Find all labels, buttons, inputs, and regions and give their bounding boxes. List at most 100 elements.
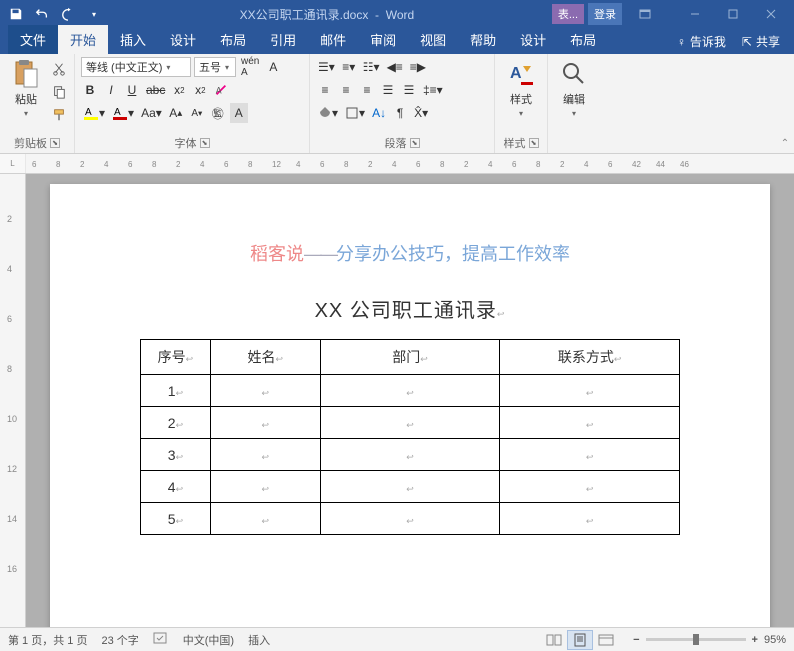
status-mode[interactable]: 插入 — [248, 632, 270, 648]
tab-references[interactable]: 引用 — [258, 25, 308, 54]
redo-icon[interactable] — [60, 6, 76, 22]
login-button[interactable]: 登录 — [588, 3, 622, 25]
underline-button[interactable]: U — [123, 80, 141, 100]
table-cell[interactable]: ↩ — [320, 375, 500, 407]
table-row[interactable]: 2↩↩↩↩ — [141, 407, 680, 439]
contacts-table[interactable]: 序号↩姓名↩部门↩联系方式↩ 1↩↩↩↩2↩↩↩↩3↩↩↩↩4↩↩↩↩5↩↩↩↩ — [140, 339, 680, 535]
status-words[interactable]: 23 个字 — [101, 632, 138, 648]
table-header-cell[interactable]: 姓名↩ — [210, 340, 320, 375]
tab-help[interactable]: 帮助 — [458, 25, 508, 54]
table-cell[interactable]: ↩ — [320, 439, 500, 471]
cut-icon[interactable] — [50, 59, 68, 79]
grow-font-icon[interactable]: A▴ — [167, 103, 185, 123]
font-family-combo[interactable]: 等线 (中文正文)▾ — [81, 57, 191, 77]
share-button[interactable]: ⇱ 共享 — [736, 29, 786, 54]
format-painter-icon[interactable] — [50, 105, 68, 125]
table-cell[interactable]: ↩ — [210, 471, 320, 503]
styles-button[interactable]: A 样式 ▾ — [501, 57, 541, 120]
align-center-icon[interactable]: ≡ — [337, 80, 355, 100]
qat-dropdown-icon[interactable]: ▾ — [86, 6, 102, 22]
tab-home[interactable]: 开始 — [58, 25, 108, 54]
show-marks-icon[interactable]: ¶ — [391, 103, 409, 123]
table-cell[interactable]: 5↩ — [141, 503, 211, 535]
minimize-icon[interactable] — [676, 1, 714, 27]
clear-format-icon[interactable]: A — [212, 80, 230, 100]
status-language[interactable]: 中文(中国) — [183, 632, 234, 648]
strikethrough-icon[interactable]: abc — [144, 80, 167, 100]
table-cell[interactable]: ↩ — [210, 503, 320, 535]
table-row[interactable]: 1↩↩↩↩ — [141, 375, 680, 407]
char-shading-icon[interactable]: A — [230, 103, 248, 123]
align-justify-icon[interactable]: ☰ — [379, 80, 397, 100]
table-row[interactable]: 4↩↩↩↩ — [141, 471, 680, 503]
shrink-font-icon[interactable]: A▾ — [188, 103, 206, 123]
increase-indent-icon[interactable]: ≡▶ — [408, 57, 428, 77]
table-cell[interactable]: ↩ — [320, 503, 500, 535]
zoom-slider[interactable] — [646, 638, 746, 641]
align-left-icon[interactable]: ≡ — [316, 80, 334, 100]
font-dialog-icon[interactable]: ⬊ — [200, 138, 210, 148]
italic-button[interactable]: I — [102, 80, 120, 100]
numbering-icon[interactable]: ≡▾ — [340, 57, 358, 77]
borders-icon[interactable]: ▾ — [343, 103, 367, 123]
tab-file[interactable]: 文件 — [8, 25, 58, 54]
maximize-icon[interactable] — [714, 1, 752, 27]
table-header-cell[interactable]: 部门↩ — [320, 340, 500, 375]
document-heading[interactable]: XX 公司职工通讯录↩ — [98, 294, 722, 323]
table-cell[interactable]: ↩ — [210, 375, 320, 407]
ruler-horizontal[interactable]: L 68246824681246824682468246424446 — [0, 154, 794, 174]
tab-layout[interactable]: 布局 — [208, 25, 258, 54]
zoom-level[interactable]: 95% — [764, 634, 786, 646]
table-cell[interactable]: ↩ — [320, 407, 500, 439]
text-direction-icon[interactable]: X̂▾ — [412, 103, 430, 123]
superscript-icon[interactable]: x2 — [191, 80, 209, 100]
highlight-icon[interactable]: A▾ — [81, 103, 107, 123]
table-header-cell[interactable]: 序号↩ — [141, 340, 211, 375]
spellcheck-icon[interactable] — [153, 631, 169, 648]
table-cell[interactable]: 1↩ — [141, 375, 211, 407]
table-cell[interactable]: 4↩ — [141, 471, 211, 503]
zoom-out-icon[interactable]: − — [633, 634, 639, 646]
ruler-vertical[interactable]: 246810121416 — [0, 174, 26, 627]
page[interactable]: 稻客说——分享办公技巧，提高工作效率 XX 公司职工通讯录↩ 序号↩姓名↩部门↩… — [50, 184, 770, 627]
phonetic-guide-icon[interactable]: wénA — [239, 57, 261, 77]
table-tools-tab[interactable]: 表... — [552, 4, 584, 24]
collapse-ribbon-icon[interactable]: ⌃ — [781, 138, 789, 149]
clipboard-dialog-icon[interactable]: ⬊ — [50, 138, 60, 148]
page-viewport[interactable]: 稻客说——分享办公技巧，提高工作效率 XX 公司职工通讯录↩ 序号↩姓名↩部门↩… — [26, 174, 794, 627]
table-cell[interactable]: 3↩ — [141, 439, 211, 471]
table-cell[interactable]: ↩ — [320, 471, 500, 503]
table-cell[interactable]: ↩ — [210, 439, 320, 471]
table-row[interactable]: 3↩↩↩↩ — [141, 439, 680, 471]
multilevel-list-icon[interactable]: ☷▾ — [361, 57, 382, 77]
view-read-icon[interactable] — [541, 630, 567, 650]
sort-icon[interactable]: A↓ — [370, 103, 388, 123]
table-cell[interactable]: ↩ — [500, 375, 680, 407]
tab-table-design[interactable]: 设计 — [508, 25, 558, 54]
paragraph-dialog-icon[interactable]: ⬊ — [410, 138, 420, 148]
table-cell[interactable]: 2↩ — [141, 407, 211, 439]
font-size-combo[interactable]: 五号▾ — [194, 57, 236, 77]
align-right-icon[interactable]: ≡ — [358, 80, 376, 100]
zoom-in-icon[interactable]: + — [752, 634, 758, 646]
table-row[interactable]: 5↩↩↩↩ — [141, 503, 680, 535]
tab-design[interactable]: 设计 — [158, 25, 208, 54]
line-spacing-icon[interactable]: ‡≡▾ — [421, 80, 445, 100]
tell-me[interactable]: ♀ 告诉我 — [671, 29, 732, 54]
save-icon[interactable] — [8, 6, 24, 22]
table-cell[interactable]: ↩ — [500, 471, 680, 503]
copy-icon[interactable] — [50, 82, 68, 102]
char-border-icon[interactable]: A — [264, 57, 282, 77]
tab-view[interactable]: 视图 — [408, 25, 458, 54]
paste-button[interactable]: 粘贴 ▾ — [6, 57, 46, 120]
table-cell[interactable]: ↩ — [500, 407, 680, 439]
table-header-row[interactable]: 序号↩姓名↩部门↩联系方式↩ — [141, 340, 680, 375]
undo-icon[interactable] — [34, 6, 50, 22]
editing-button[interactable]: 编辑 ▾ — [554, 57, 594, 120]
table-cell[interactable]: ↩ — [500, 503, 680, 535]
decrease-indent-icon[interactable]: ◀≡ — [385, 57, 405, 77]
tab-mailings[interactable]: 邮件 — [308, 25, 358, 54]
ruler-tab-selector[interactable]: L — [0, 154, 26, 173]
shading-icon[interactable]: ▾ — [316, 103, 340, 123]
bullets-icon[interactable]: ☰▾ — [316, 57, 337, 77]
